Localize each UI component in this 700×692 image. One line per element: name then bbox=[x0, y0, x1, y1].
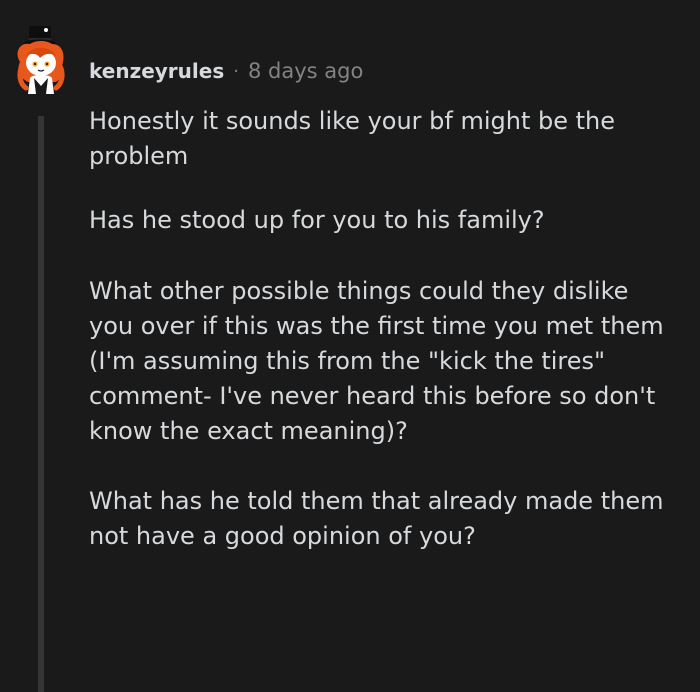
comment-paragraph: Honestly it sounds like your bf might be… bbox=[89, 107, 616, 170]
comment-paragraph: What has he told them that already made … bbox=[89, 487, 664, 550]
comment-timestamp[interactable]: 8 days ago bbox=[248, 59, 363, 83]
comment-paragraph: Has he stood up for you to his family? bbox=[89, 206, 545, 234]
user-avatar[interactable] bbox=[10, 14, 72, 98]
avatar-snoo-icon bbox=[17, 26, 65, 94]
meta-separator: · bbox=[233, 60, 239, 82]
comment: kenzeyrules · 8 days ago Honestly it sou… bbox=[0, 0, 700, 692]
comment-meta: kenzeyrules · 8 days ago bbox=[89, 55, 363, 87]
username-link[interactable]: kenzeyrules bbox=[89, 59, 224, 83]
thread-collapse-line[interactable] bbox=[38, 116, 44, 692]
comment-body: Honestly it sounds like your bf might be… bbox=[89, 104, 679, 583]
comment-paragraph: What other possible things could they di… bbox=[89, 277, 664, 445]
